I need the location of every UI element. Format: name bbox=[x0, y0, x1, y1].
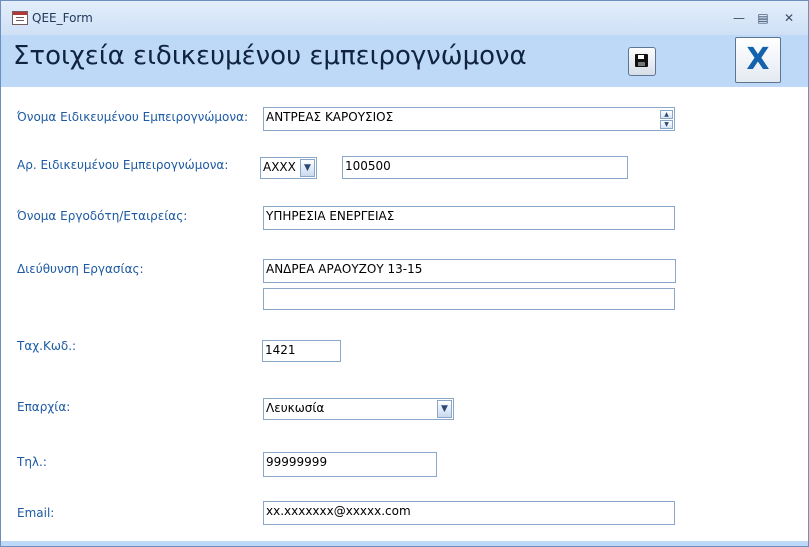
email-label: Email: bbox=[17, 506, 55, 520]
save-icon bbox=[635, 54, 648, 67]
form-window: QEE_Form — ▤ ✕ Στοιχεία ειδικευμένου εμπ… bbox=[0, 0, 809, 547]
employer-label: Όνομα Εργοδότη/Εταιρείας: bbox=[17, 209, 188, 223]
employer-value: ΥΠΗΡΕΣΙΑ ΕΝΕΡΓΕΙΑΣ bbox=[266, 209, 395, 223]
maximize-icon[interactable]: ▤ bbox=[754, 10, 772, 26]
email-field[interactable]: xx.xxxxxxx@xxxxx.com bbox=[263, 501, 675, 525]
number-prefix-select[interactable]: AXXX ▼ bbox=[260, 157, 317, 179]
postal-code-field[interactable]: 1421 bbox=[262, 340, 341, 362]
number-prefix-value: AXXX bbox=[263, 160, 296, 174]
bottom-border bbox=[1, 541, 808, 546]
address-line2-field[interactable] bbox=[263, 288, 675, 310]
number-field[interactable]: 100500 bbox=[342, 156, 628, 179]
postal-code-value: 1421 bbox=[265, 343, 296, 357]
phone-field[interactable]: 99999999 bbox=[263, 452, 437, 477]
address-line1-field[interactable]: ΑΝΔΡΕΑ ΑΡΑΟΥΖΟΥ 13-15 bbox=[263, 259, 676, 283]
close-form-button[interactable]: X bbox=[735, 37, 781, 83]
address-line1-value: ΑΝΔΡΕΑ ΑΡΑΟΥΖΟΥ 13-15 bbox=[266, 262, 423, 276]
name-value: ΑΝΤΡΕΑΣ ΚΑΡΟΥΣΙΟΣ bbox=[266, 110, 394, 124]
number-value: 100500 bbox=[345, 159, 391, 173]
form-header: Στοιχεία ειδικευμένου εμπειρογνώμονα X bbox=[1, 35, 808, 87]
phone-label: Τηλ.: bbox=[17, 455, 47, 469]
district-select[interactable]: Λευκωσία ▼ bbox=[263, 398, 454, 420]
chevron-down-icon[interactable]: ▼ bbox=[437, 400, 452, 418]
minimize-icon[interactable]: — bbox=[730, 10, 748, 26]
name-label: Όνομα Ειδικευμένου Εμπειρογνώμονα: bbox=[17, 110, 249, 124]
title-bar[interactable]: QEE_Form — ▤ ✕ bbox=[1, 1, 808, 35]
number-label: Αρ. Ειδικευμένου Εμπειρογνώμονα: bbox=[17, 158, 229, 172]
name-field[interactable]: ΑΝΤΡΕΑΣ ΚΑΡΟΥΣΙΟΣ ▲ ▼ bbox=[263, 107, 675, 131]
employer-field[interactable]: ΥΠΗΡΕΣΙΑ ΕΝΕΡΓΕΙΑΣ bbox=[263, 206, 675, 230]
close-icon[interactable]: ✕ bbox=[780, 10, 798, 26]
save-button[interactable] bbox=[628, 47, 656, 76]
address-label: Διεύθυνση Εργασίας: bbox=[17, 262, 144, 276]
form-app-icon bbox=[12, 11, 28, 25]
window-title: QEE_Form bbox=[32, 11, 93, 25]
scroll-up-icon[interactable]: ▲ bbox=[660, 110, 673, 119]
chevron-down-icon[interactable]: ▼ bbox=[300, 159, 315, 177]
district-label: Επαρχία: bbox=[17, 400, 71, 414]
district-value: Λευκωσία bbox=[266, 401, 325, 415]
postal-code-label: Ταχ.Κωδ.: bbox=[17, 339, 77, 353]
scroll-down-icon[interactable]: ▼ bbox=[660, 120, 673, 129]
phone-value: 99999999 bbox=[266, 455, 328, 469]
form-title: Στοιχεία ειδικευμένου εμπειρογνώμονα bbox=[13, 41, 527, 71]
email-value: xx.xxxxxxx@xxxxx.com bbox=[266, 504, 411, 518]
